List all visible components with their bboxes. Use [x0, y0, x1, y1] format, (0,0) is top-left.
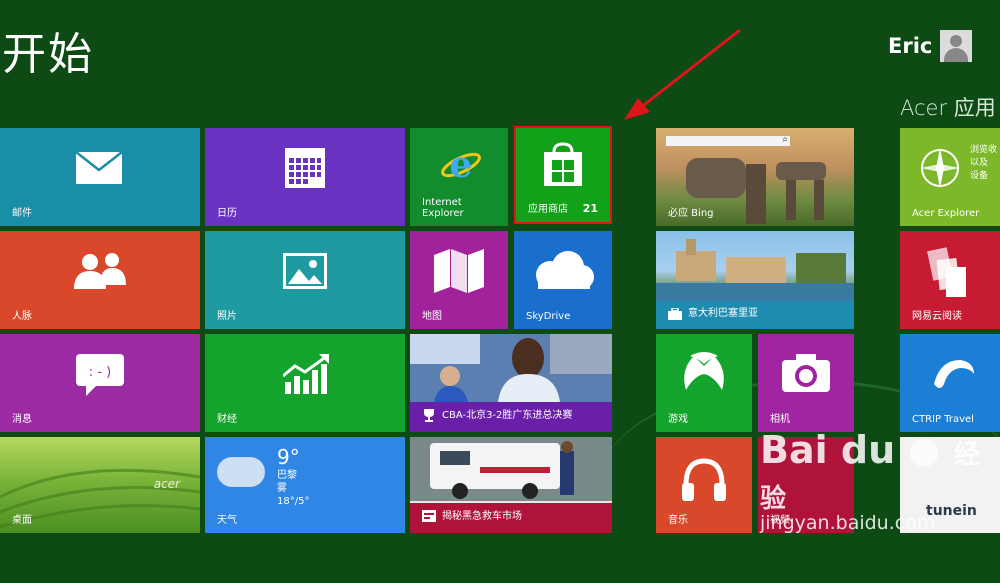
watermark-logo: Bai du 经验	[760, 428, 1000, 516]
watermark-url: jingyan.baidu.com	[760, 512, 936, 534]
watermark-logo-text: Bai du	[760, 428, 896, 472]
paw-icon	[910, 438, 939, 467]
baidu-watermark: Bai du 经验 jingyan.baidu.com	[760, 428, 1000, 534]
